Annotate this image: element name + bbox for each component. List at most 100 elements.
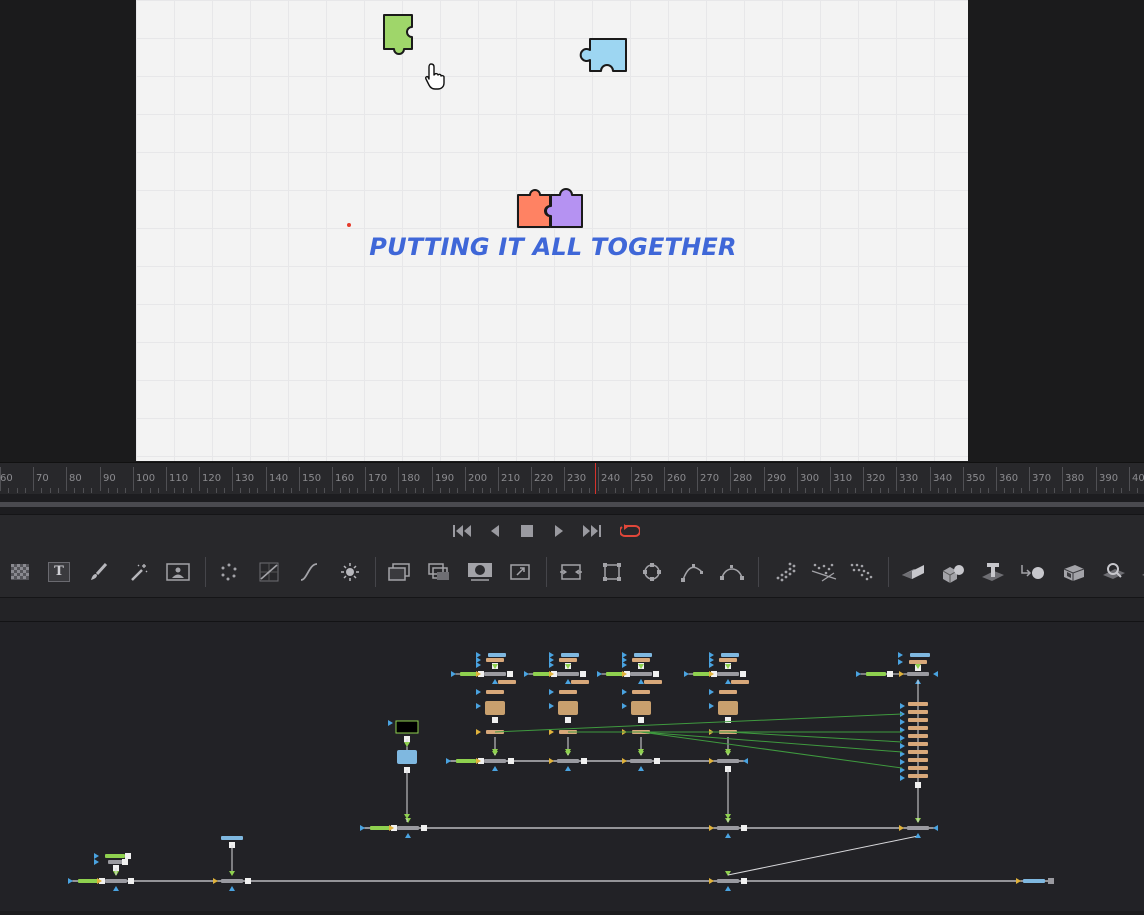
transform-node[interactable] (908, 750, 928, 754)
background-node[interactable] (693, 672, 711, 676)
output-port[interactable] (580, 671, 586, 677)
tool-text3d[interactable] (979, 558, 1007, 586)
tool-pEmitter[interactable] (772, 558, 800, 586)
transform-node[interactable] (908, 702, 928, 706)
skip-to-start-button[interactable] (452, 521, 474, 541)
merge-node[interactable] (105, 879, 127, 883)
play-forward-button[interactable] (548, 521, 570, 541)
node[interactable] (644, 680, 662, 684)
node[interactable] (632, 690, 650, 694)
node[interactable] (634, 653, 652, 657)
background-node[interactable] (456, 759, 476, 763)
tool-renderer3d[interactable] (1019, 558, 1047, 586)
transform-node[interactable] (908, 774, 928, 778)
background-node[interactable] (460, 672, 478, 676)
node[interactable] (721, 653, 739, 657)
background-node[interactable] (866, 672, 886, 676)
puzzle-shape-node[interactable] (631, 701, 651, 715)
tool-rectangle-mask[interactable] (598, 558, 626, 586)
text-node[interactable] (395, 720, 419, 734)
background-node[interactable] (78, 879, 98, 883)
tool-ellipse-mask[interactable] (638, 558, 666, 586)
loop-button[interactable] (619, 521, 641, 541)
background-node[interactable] (606, 672, 624, 676)
node-editor[interactable] (0, 622, 1144, 911)
merge-node[interactable] (907, 672, 929, 676)
merge-node[interactable] (630, 672, 652, 676)
puzzle-shape-node[interactable] (718, 701, 738, 715)
time-range-bar[interactable] (0, 502, 1144, 507)
tool-merge[interactable] (385, 558, 413, 586)
transform-node[interactable] (908, 718, 928, 722)
playhead[interactable] (595, 463, 596, 495)
tool-camera3d[interactable] (1060, 558, 1088, 586)
node[interactable] (498, 680, 516, 684)
tool-paint[interactable] (85, 558, 113, 586)
tool-pRender[interactable] (810, 558, 838, 586)
transform-node[interactable] (908, 726, 928, 730)
tool-image-plane[interactable] (164, 558, 192, 586)
node[interactable] (559, 690, 577, 694)
node[interactable] (559, 658, 577, 662)
output-port[interactable] (421, 825, 427, 831)
loader-node[interactable] (221, 836, 243, 840)
transform-node[interactable] (908, 766, 928, 770)
merge-node[interactable] (484, 672, 506, 676)
media-out-node[interactable] (1023, 879, 1045, 883)
tool-background[interactable] (6, 558, 34, 586)
merge-node[interactable] (557, 759, 579, 763)
tool-particles[interactable] (215, 558, 243, 586)
output-port[interactable] (122, 859, 128, 865)
output-port[interactable] (741, 825, 747, 831)
node[interactable] (561, 653, 579, 657)
node[interactable] (488, 653, 506, 657)
transform-node[interactable] (908, 710, 928, 714)
tool-text[interactable]: T (45, 558, 73, 586)
output-port[interactable] (653, 671, 659, 677)
tool-merge3d[interactable] (939, 558, 967, 586)
output-port[interactable] (125, 853, 131, 859)
transform-node[interactable] (908, 734, 928, 738)
stop-button[interactable] (516, 521, 538, 541)
node[interactable] (105, 854, 125, 858)
output-port[interactable] (654, 758, 660, 764)
background-node[interactable] (370, 826, 390, 830)
tool-overflow[interactable] (1132, 558, 1144, 586)
node[interactable] (486, 658, 504, 662)
tool-light3d[interactable] (1100, 558, 1128, 586)
merge-node[interactable] (907, 826, 929, 830)
output-port[interactable] (508, 758, 514, 764)
output-port[interactable] (1048, 878, 1054, 884)
node[interactable] (719, 690, 737, 694)
output-port[interactable] (128, 878, 134, 884)
output-port[interactable] (638, 717, 644, 723)
merge-node[interactable] (630, 759, 652, 763)
viewer-canvas[interactable]: PUTTING IT ALL TOGETHER (136, 0, 968, 461)
node-graph[interactable] (0, 622, 1144, 911)
puzzle-shape-node[interactable] (485, 701, 505, 715)
output-port[interactable] (887, 671, 893, 677)
node[interactable] (571, 680, 589, 684)
tool-brightness[interactable] (336, 558, 364, 586)
tool-channel-booleans[interactable] (425, 558, 453, 586)
tool-bspline-mask[interactable] (718, 558, 746, 586)
merge-node[interactable] (717, 879, 739, 883)
node[interactable] (719, 658, 737, 662)
output-port[interactable] (581, 758, 587, 764)
merge-node[interactable] (717, 759, 739, 763)
output-port[interactable] (565, 717, 571, 723)
tool-crop[interactable] (557, 558, 585, 586)
node[interactable] (731, 680, 749, 684)
merge-node[interactable] (717, 826, 739, 830)
transform-node[interactable] (908, 742, 928, 746)
merge-node[interactable] (557, 672, 579, 676)
tool-magic-wand[interactable] (125, 558, 153, 586)
puzzle-shape-node[interactable] (558, 701, 578, 715)
skip-to-end-button[interactable] (580, 521, 602, 541)
output-port[interactable] (915, 782, 921, 788)
tool-matte-control[interactable] (466, 558, 494, 586)
node[interactable] (909, 660, 927, 664)
tool-pDirectional[interactable] (848, 558, 876, 586)
merge-node[interactable] (397, 826, 419, 830)
output-port[interactable] (741, 878, 747, 884)
